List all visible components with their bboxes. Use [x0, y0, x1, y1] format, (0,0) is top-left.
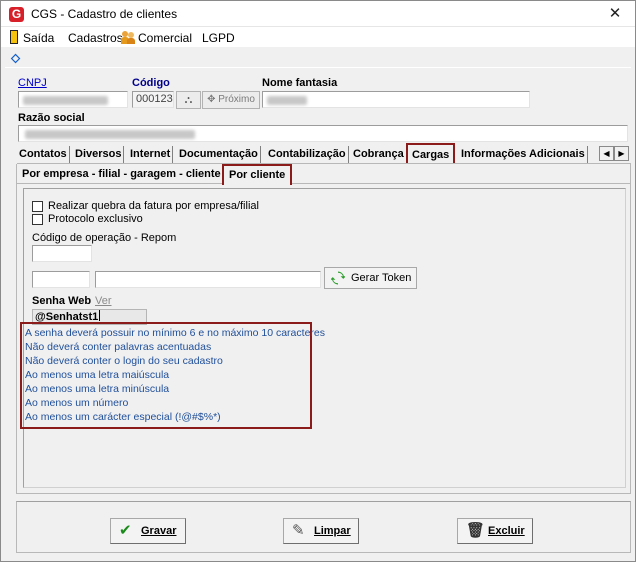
- token-field-2[interactable]: [95, 271, 321, 288]
- subtab-por-cliente[interactable]: Por cliente: [222, 164, 293, 185]
- broom-icon: ✎: [292, 522, 305, 539]
- password-rule: Ao menos uma letra minúscula: [25, 383, 170, 395]
- senha-web-label: Senha Web: [32, 295, 92, 307]
- excluir-label: Excluir: [488, 525, 525, 537]
- tab-informacoes-adicionais[interactable]: Informações Adicionais: [459, 146, 588, 163]
- cnpj-label[interactable]: CNPJ: [18, 77, 47, 89]
- proximo-label: Próximo: [218, 94, 255, 105]
- divider: [5, 67, 631, 68]
- window-title: CGS - Cadastro de clientes: [31, 7, 178, 21]
- tab-internet[interactable]: Internet: [128, 146, 174, 163]
- nome-fantasia-label: Nome fantasia: [262, 77, 338, 89]
- menu-item-comercial[interactable]: Comercial: [138, 31, 192, 45]
- sub-tabs: Por empresa - filial - garagem - cliente…: [17, 164, 630, 185]
- password-rule: A senha deverá possuir no mínimo 6 e no …: [25, 327, 325, 339]
- protocolo-exclusivo-checkbox[interactable]: [32, 214, 43, 225]
- tab-contabilizacao[interactable]: Contabilização: [266, 146, 349, 163]
- password-rule: Não deverá conter palavras acentuadas: [25, 341, 212, 353]
- quebra-fatura-label: Realizar quebra da fatura por empresa/fi…: [48, 200, 259, 212]
- subtab-por-empresa[interactable]: Por empresa - filial - garagem - cliente: [22, 168, 221, 180]
- trash-icon: 🗑: [466, 522, 486, 539]
- gravar-button[interactable]: ✔ Gravar: [110, 518, 186, 544]
- tab-cargas[interactable]: Cargas: [406, 143, 456, 163]
- excluir-button[interactable]: 🗑 Excluir: [457, 518, 533, 544]
- limpar-label: Limpar: [314, 525, 351, 537]
- navigate-icon[interactable]: ⬦: [11, 51, 25, 65]
- people-icon: [121, 31, 135, 44]
- protocolo-exclusivo-label: Protocolo exclusivo: [48, 213, 143, 225]
- menu-item-lgpd[interactable]: LGPD: [202, 31, 235, 45]
- gerar-token-label: Gerar Token: [351, 272, 412, 284]
- refresh-icon: [331, 271, 345, 285]
- ver-senha-link[interactable]: Ver: [95, 295, 112, 307]
- tab-cobranca[interactable]: Cobrança: [351, 146, 407, 163]
- tab-contatos[interactable]: Contatos: [17, 146, 70, 163]
- password-rule: Ao menos um carácter especial (!@#$%*): [25, 411, 221, 423]
- menu-item-saida[interactable]: Saída: [23, 31, 54, 45]
- codigo-operacao-field[interactable]: [32, 245, 92, 262]
- app-logo-icon: G: [9, 7, 24, 22]
- razao-social-label: Razão social: [18, 112, 85, 124]
- menu-item-cadastros[interactable]: Cadastros: [68, 31, 123, 45]
- tab-diversos[interactable]: Diversos: [73, 146, 125, 163]
- plus-icon: ✥: [207, 94, 219, 105]
- codigo-label: Código: [132, 77, 170, 89]
- exit-door-icon: [10, 30, 18, 44]
- nome-fantasia-field[interactable]: [262, 91, 530, 108]
- close-button[interactable]: ✕: [595, 1, 635, 27]
- cargas-panel: Por empresa - filial - garagem - cliente…: [16, 164, 631, 494]
- cnpj-field[interactable]: [18, 91, 128, 108]
- password-rules-box: A senha deverá possuir no mínimo 6 e no …: [20, 322, 325, 429]
- token-field-1[interactable]: [32, 271, 90, 288]
- title-bar: G CGS - Cadastro de clientes ✕: [1, 1, 635, 27]
- app-window: G CGS - Cadastro de clientes ✕ Saída Cad…: [0, 0, 636, 562]
- proximo-button[interactable]: ✥ Próximo: [202, 91, 260, 109]
- search-button[interactable]: ⛬: [176, 91, 201, 109]
- codigo-field[interactable]: 000123: [132, 91, 174, 108]
- quebra-fatura-checkbox[interactable]: [32, 201, 43, 212]
- action-bar: ✔ Gravar ✎ Limpar 🗑 Excluir: [16, 501, 631, 553]
- password-rule: Não deverá conter o login do seu cadastr…: [25, 355, 223, 367]
- password-rule: Ao menos uma letra maiúscula: [25, 369, 170, 381]
- binoculars-icon: ⛬: [184, 94, 193, 106]
- codigo-operacao-label: Código de operação - Repom: [32, 232, 177, 244]
- checkmark-icon: ✔: [119, 522, 132, 539]
- gerar-token-button[interactable]: Gerar Token: [324, 267, 418, 289]
- tab-documentacao[interactable]: Documentação: [177, 146, 261, 163]
- razao-social-field[interactable]: [18, 125, 628, 142]
- main-tabs: Contatos Diversos Internet Documentação …: [17, 143, 631, 164]
- limpar-button[interactable]: ✎ Limpar: [283, 518, 359, 544]
- tab-scroll-left-icon[interactable]: ◀: [599, 146, 614, 161]
- tab-scroll-right-icon[interactable]: ▶: [614, 146, 629, 161]
- gravar-label: Gravar: [141, 525, 177, 537]
- password-rule: Ao menos um número: [25, 397, 129, 409]
